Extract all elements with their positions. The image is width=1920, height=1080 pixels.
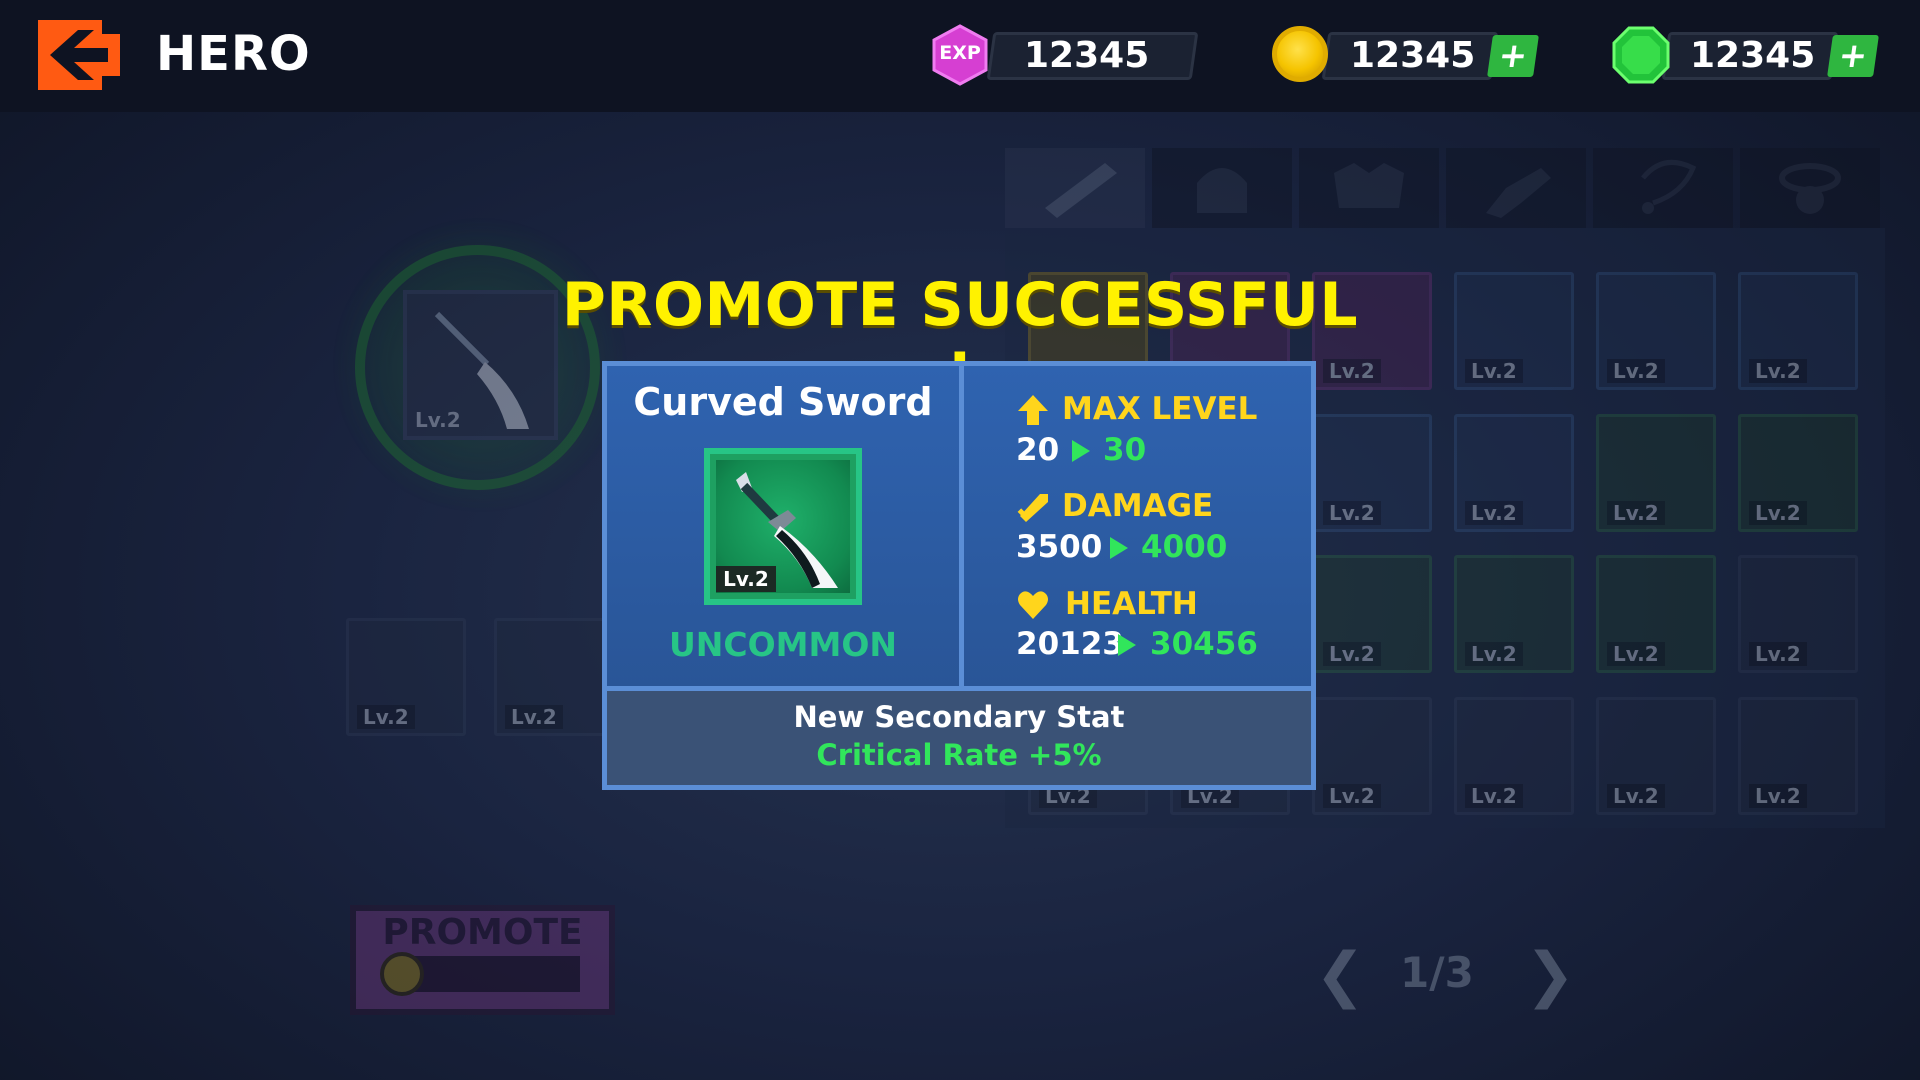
slot-level: Lv.2 [1323,642,1381,666]
slot-level: Lv.2 [1465,642,1523,666]
back-arrow-icon [38,20,120,90]
armor-tab-icon [1334,163,1404,208]
slot-level: Lv.2 [1323,784,1381,808]
slot-level: Lv.2 [1607,501,1665,525]
add-gems-button[interactable]: + [1827,35,1879,77]
add-gold-button[interactable]: + [1487,35,1539,77]
slot-level: Lv.2 [1749,501,1807,525]
necklace-tab-icon [1641,159,1697,214]
inventory-slot[interactable]: Lv.2 [1738,414,1858,532]
inventory-slot[interactable]: Lv.2 [1312,697,1432,815]
gold-coin-icon [380,952,424,996]
ring-tab-icon [1779,163,1841,214]
stat-max-level-label: MAX LEVEL [1062,391,1258,427]
slot-level: Lv.2 [1749,359,1807,383]
inventory-slot[interactable]: Lv.2 [1312,414,1432,532]
gold-value: 12345 [1350,35,1476,76]
slot-level: Lv.2 [1749,784,1807,808]
gold-coin-icon [1272,26,1328,82]
stat-health-old: 20123 [1016,626,1124,662]
chevron-right-icon[interactable]: ❯ [1525,940,1575,1010]
inventory-slot[interactable]: Lv.2 [1596,555,1716,673]
slot-level: Lv.2 [1749,642,1807,666]
stat-damage-old: 3500 [1016,529,1103,565]
arrow-up-icon [1018,395,1048,425]
exp-label: EXP [939,42,981,64]
play-arrow-icon [1110,537,1128,559]
chevron-left-icon[interactable]: ❮ [1315,940,1365,1010]
slot-level: Lv.2 [505,705,563,729]
promote-label: PROMOTE [382,912,583,953]
inventory-slot[interactable]: Lv.2 [1312,555,1432,673]
item-level: Lv.2 [716,566,776,592]
slot-level: Lv.2 [1607,642,1665,666]
stat-max-level-old: 20 [1016,432,1060,468]
gem-value: 12345 [1690,35,1816,76]
inventory-slot[interactable]: Lv.2 [1454,555,1574,673]
sword-tab-icon [1045,163,1117,218]
item-rarity: UNCOMMON [668,625,898,664]
secondary-stat-value: Critical Rate +5% [816,738,1102,772]
tab-ring[interactable] [1740,148,1880,228]
play-arrow-icon [1072,440,1090,462]
slot-level: Lv.2 [1323,501,1381,525]
tab-armor[interactable] [1299,148,1439,228]
stat-max-level-new: 30 [1103,432,1147,468]
inventory-slot[interactable]: Lv.2 [1454,414,1574,532]
slot-level: Lv.2 [357,705,415,729]
inventory-slot[interactable]: Lv.2 [1596,272,1716,390]
helmet-tab-icon [1197,168,1247,213]
stat-damage-label: DAMAGE [1062,488,1214,524]
tab-weapon[interactable] [1005,148,1145,228]
secondary-stat-label: New Secondary Stat [793,700,1125,734]
inventory-slot[interactable]: Lv.2 [1738,697,1858,815]
inventory-slot[interactable]: Lv.2 [1454,697,1574,815]
page-title: HERO [156,26,311,82]
back-button[interactable] [38,20,120,90]
green-gem-icon [1612,26,1670,84]
inventory-slot[interactable]: Lv.2 [1596,697,1716,815]
tab-helmet[interactable] [1152,148,1292,228]
tab-necklace[interactable] [1593,148,1733,228]
item-name: Curved Sword [633,380,933,424]
sword-icon [1017,494,1048,522]
slot-level: Lv.2 [1607,359,1665,383]
slot-level: Lv.2 [1465,784,1523,808]
equipped-slot[interactable]: Lv.2 [403,290,558,440]
slot-level: Lv.2 [1465,359,1523,383]
play-arrow-icon [1118,634,1136,656]
inventory-slot[interactable]: Lv.2 [494,618,614,736]
inventory-slot[interactable]: Lv.2 [346,618,466,736]
stat-health-label: HEALTH [1065,586,1198,622]
stat-health-new: 30456 [1150,626,1258,662]
heart-icon [1018,591,1048,619]
promote-cost-bar [400,956,580,992]
stat-damage-new: 4000 [1141,529,1228,565]
inventory-slot[interactable]: Lv.2 [1738,555,1858,673]
gauntlet-tab-icon [1486,168,1551,218]
inventory-slot[interactable]: Lv.2 [1596,414,1716,532]
exp-value: 12345 [1024,35,1150,76]
page-indicator: 1/3 [1400,948,1474,997]
tab-gauntlet[interactable] [1446,148,1586,228]
inventory-slot[interactable]: Lv.2 [1454,272,1574,390]
equipped-level: Lv.2 [415,408,461,432]
inventory-slot[interactable]: Lv.2 [1738,272,1858,390]
slot-level: Lv.2 [1607,784,1665,808]
slot-level: Lv.2 [1465,501,1523,525]
